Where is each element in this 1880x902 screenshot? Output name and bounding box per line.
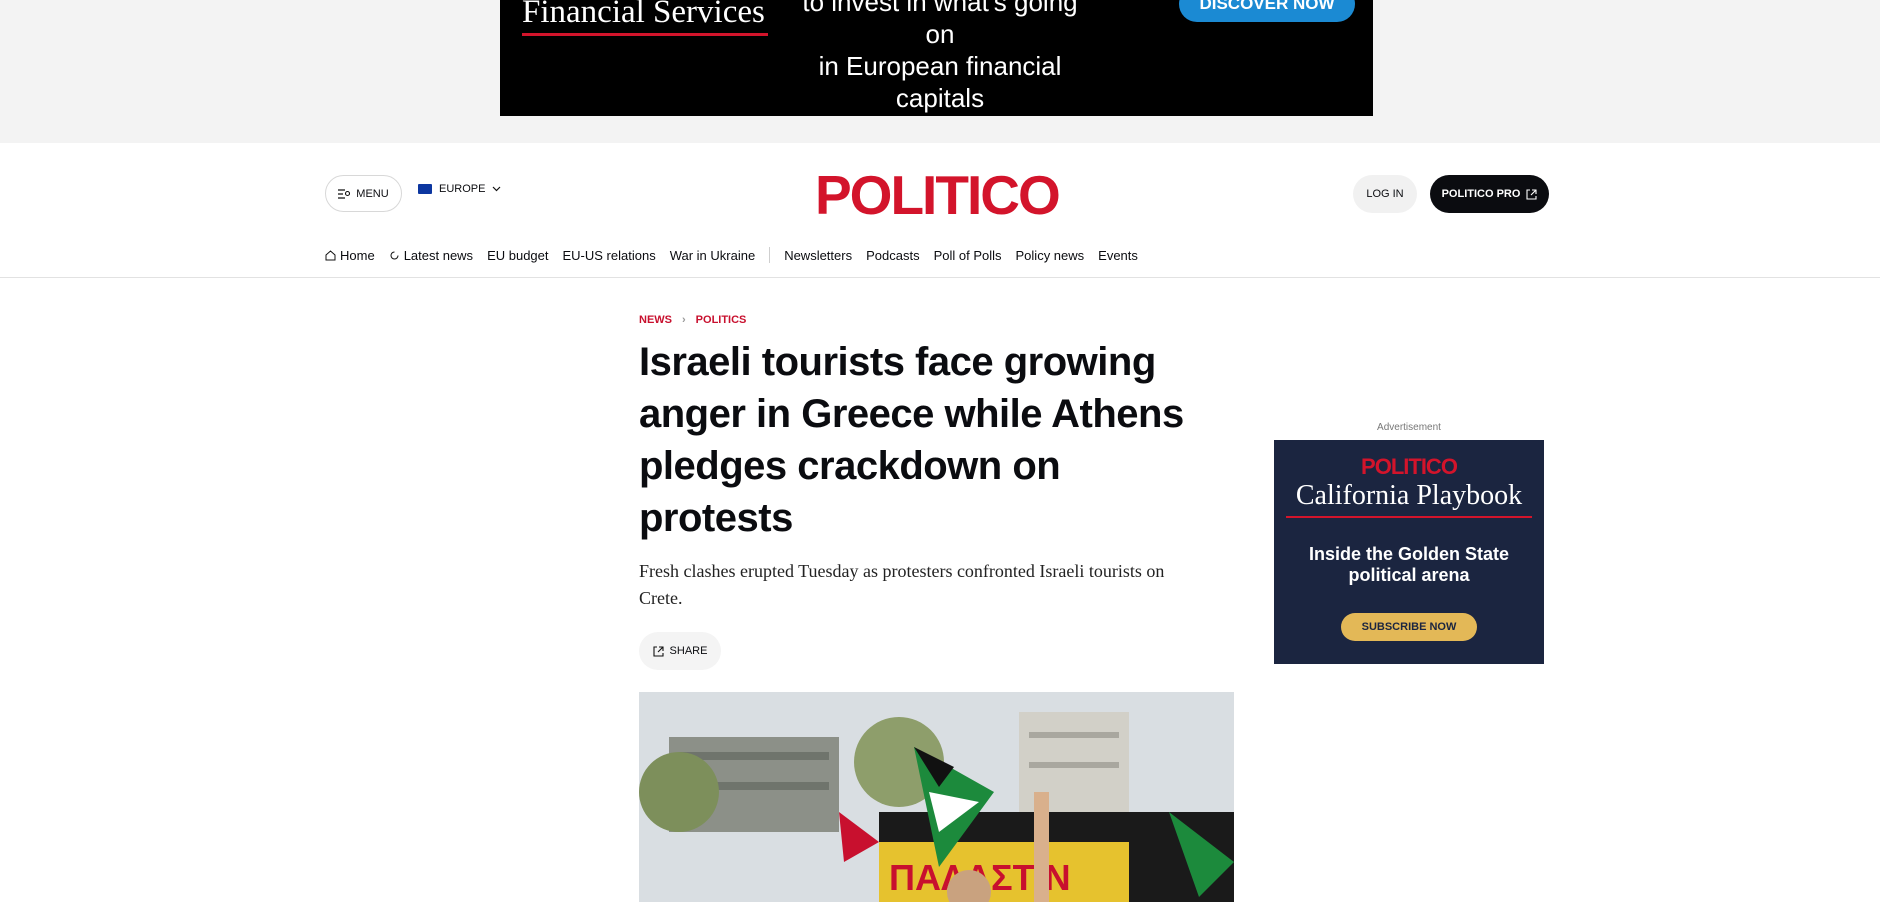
nav-label: Latest news — [403, 247, 474, 263]
headline-line: pledges crackdown on — [639, 444, 1061, 488]
eu-flag-icon — [418, 184, 432, 194]
breadcrumb-news[interactable]: NEWS — [639, 314, 672, 326]
ad-copy-line-1: to invest in what's going on — [802, 0, 1078, 49]
section-nav: Home Latest news EU budget EU-US relatio… — [325, 247, 1152, 263]
external-link-icon — [1526, 188, 1537, 200]
dek-line: Fresh clashes erupted Tuesday as protest… — [639, 561, 1165, 581]
share-icon — [652, 645, 664, 657]
side-ad-title: California Playbook — [1295, 480, 1523, 511]
california-playbook-ad[interactable]: POLITICO California Playbook Inside the … — [1274, 440, 1544, 664]
menu-button[interactable]: MENU — [325, 175, 402, 212]
protest-photo-illustration: ΠΑΛΑΣΤΙΝ — [639, 692, 1234, 902]
ad-copy: to invest in what's going on in European… — [800, 0, 1080, 114]
nav-item-policy-news[interactable]: Policy news — [1016, 248, 1085, 263]
nav-item-podcasts[interactable]: Podcasts — [866, 248, 919, 263]
nav-item-war-in-ukraine[interactable]: War in Ukraine — [670, 248, 755, 263]
subscribe-now-button[interactable]: SUBSCRIBE NOW — [1341, 613, 1477, 641]
article-headline: Israeli tourists face growing anger in G… — [639, 336, 1239, 544]
headline-line: Israeli tourists face growing — [639, 340, 1156, 384]
ad-brand-underline — [522, 33, 768, 36]
chevron-down-icon — [493, 186, 501, 192]
nav-item-eu-budget[interactable]: EU budget — [487, 248, 548, 263]
advertisement-label: Advertisement — [1377, 422, 1441, 433]
nav-label: Home — [340, 247, 375, 263]
headline-line: protests — [639, 496, 793, 540]
discover-now-button[interactable]: DISCOVER NOW — [1179, 0, 1355, 22]
side-ad-copy-line-2: political arena — [1348, 565, 1470, 585]
side-ad-underline — [1286, 516, 1532, 518]
nav-item-eu-us-relations[interactable]: EU-US relations — [563, 248, 656, 263]
top-ad-banner[interactable]: Financial Services to invest in what's g… — [500, 0, 1373, 116]
region-selector[interactable]: EUROPE — [418, 183, 501, 195]
chevron-right-icon: › — [682, 314, 686, 326]
nav-divider — [769, 247, 771, 263]
side-ad-copy-line-1: Inside the Golden State — [1308, 544, 1510, 564]
share-label: SHARE — [669, 645, 708, 657]
dek-line: Crete. — [639, 588, 683, 608]
side-ad-logo: POLITICO — [1361, 454, 1458, 479]
top-ad-strip: Financial Services to invest in what's g… — [0, 0, 1880, 143]
side-ad-copy: Inside the Golden State political arena — [1294, 544, 1524, 586]
headline-line: anger in Greece while Athens — [639, 392, 1184, 436]
menu-label: MENU — [356, 187, 389, 200]
nav-item-poll-of-polls[interactable]: Poll of Polls — [934, 248, 1002, 263]
politico-logo[interactable]: POLITICO — [815, 165, 1061, 225]
share-button[interactable]: SHARE — [639, 632, 721, 670]
politico-pro-button[interactable]: POLITICO PRO — [1430, 175, 1549, 213]
site-header: MENU EUROPE POLITICO LOG IN POLITICO PRO… — [0, 143, 1880, 278]
article-dek: Fresh clashes erupted Tuesday as protest… — [639, 558, 1239, 612]
ad-copy-line-2: in European financial capitals — [818, 51, 1062, 113]
nav-item-home[interactable]: Home — [325, 248, 375, 263]
home-icon — [325, 249, 336, 260]
login-button[interactable]: LOG IN — [1353, 175, 1417, 213]
nav-item-latest-news[interactable]: Latest news — [389, 248, 473, 263]
ad-brand-text: Financial Services — [522, 0, 765, 30]
breadcrumb: NEWS › POLITICS — [639, 314, 746, 326]
breadcrumb-politics[interactable]: POLITICS — [696, 314, 747, 326]
article-photo[interactable]: ΠΑΛΑΣΤΙΝ — [639, 692, 1234, 902]
clock-icon — [390, 251, 399, 259]
nav-item-events[interactable]: Events — [1098, 248, 1138, 263]
region-label: EUROPE — [439, 183, 486, 195]
nav-item-newsletters[interactable]: Newsletters — [784, 248, 852, 263]
pro-label: POLITICO PRO — [1441, 188, 1521, 200]
menu-icon — [338, 188, 351, 199]
